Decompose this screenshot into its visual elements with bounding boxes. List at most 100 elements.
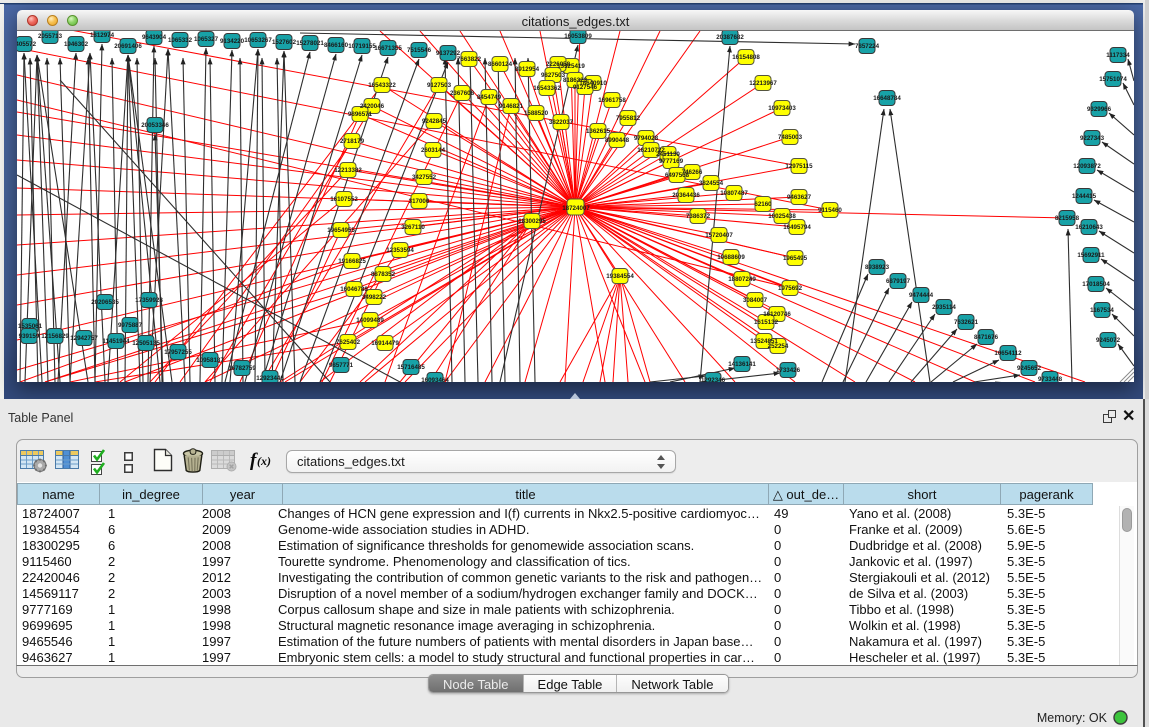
svg-text:9733448: 9733448 — [1038, 376, 1063, 382]
svg-text:2420046: 2420046 — [360, 103, 385, 110]
svg-text:17018504: 17018504 — [1082, 281, 1110, 288]
svg-text:9463627: 9463627 — [787, 194, 812, 201]
svg-text:8912954: 8912954 — [515, 66, 540, 73]
svg-text:8471676: 8471676 — [974, 334, 999, 341]
svg-text:15716485: 15716485 — [397, 364, 425, 371]
svg-text:16914479: 16914479 — [371, 340, 399, 347]
svg-text:(x): (x) — [257, 454, 271, 468]
svg-text:252254: 252254 — [768, 343, 789, 350]
svg-text:1733426: 1733426 — [776, 367, 801, 374]
svg-text:16154808: 16154808 — [732, 54, 760, 61]
svg-text:9146821: 9146821 — [499, 103, 524, 110]
svg-text:2226058: 2226058 — [546, 61, 571, 68]
svg-text:8878352: 8878352 — [371, 271, 396, 278]
svg-text:10025438: 10025438 — [768, 213, 796, 220]
svg-text:18300295: 18300295 — [518, 218, 546, 225]
svg-text:9643904: 9643904 — [142, 34, 167, 41]
svg-text:15278021: 15278021 — [296, 40, 324, 47]
svg-text:1812974: 1812974 — [90, 32, 115, 39]
svg-text:16120746: 16120746 — [763, 311, 791, 318]
svg-text:12156829: 12156829 — [41, 333, 69, 340]
svg-text:16543322: 16543322 — [368, 82, 396, 89]
svg-text:16782759: 16782759 — [228, 365, 256, 372]
svg-text:1244415: 1244415 — [1072, 193, 1097, 200]
svg-text:19654955: 19654955 — [327, 227, 355, 234]
svg-text:10958187: 10958187 — [196, 357, 224, 364]
svg-text:1117334: 1117334 — [1106, 52, 1130, 59]
svg-text:20691406: 20691406 — [114, 43, 142, 50]
svg-text:16671355: 16671355 — [374, 45, 402, 52]
svg-text:7857224: 7857224 — [855, 43, 880, 50]
svg-text:9794028: 9794028 — [634, 135, 659, 142]
svg-text:19384554: 19384554 — [606, 273, 634, 280]
svg-text:9115460: 9115460 — [818, 207, 842, 214]
svg-text:317006: 317006 — [409, 198, 430, 205]
svg-text:7386372: 7386372 — [686, 213, 711, 220]
svg-text:14136141: 14136141 — [728, 361, 756, 368]
svg-text:1527602: 1527602 — [272, 39, 297, 46]
svg-text:10653267: 10653267 — [244, 37, 272, 44]
svg-text:15692911: 15692911 — [1077, 252, 1105, 259]
svg-text:1167534: 1167534 — [1090, 307, 1114, 314]
svg-text:9827503: 9827503 — [541, 72, 566, 79]
svg-text:2367608: 2367608 — [450, 90, 475, 97]
svg-text:7632621: 7632621 — [954, 319, 979, 326]
svg-text:20206535: 20206535 — [91, 299, 119, 306]
svg-text:14099489: 14099489 — [356, 317, 384, 324]
svg-text:8660124: 8660124 — [488, 61, 513, 68]
svg-text:1292346: 1292346 — [701, 377, 726, 382]
svg-text:2451130: 2451130 — [656, 151, 680, 158]
svg-text:10973403: 10973403 — [768, 105, 796, 112]
svg-text:12942757: 12942757 — [70, 335, 98, 342]
svg-text:7515546: 7515546 — [407, 47, 432, 54]
svg-text:12975115: 12975115 — [785, 163, 813, 170]
svg-text:10654112: 10654112 — [994, 350, 1022, 357]
svg-text:18724007: 18724007 — [562, 205, 590, 212]
svg-text:1946302: 1946302 — [64, 41, 89, 48]
svg-text:1362615: 1362615 — [586, 128, 611, 135]
svg-text:9329966: 9329966 — [1087, 106, 1112, 113]
svg-text:19166825: 19166825 — [338, 258, 366, 265]
svg-text:9245072: 9245072 — [1096, 337, 1121, 344]
svg-text:6497568: 6497568 — [665, 172, 690, 179]
svg-text:3498222: 3498222 — [362, 294, 387, 301]
svg-text:16046788: 16046788 — [340, 286, 368, 293]
svg-text:1615132: 1615132 — [754, 319, 779, 326]
svg-text:12213382: 12213382 — [334, 167, 362, 174]
svg-text:8466160: 8466160 — [324, 42, 349, 49]
svg-text:2718179: 2718179 — [340, 138, 365, 145]
svg-text:12923446: 12923446 — [256, 375, 284, 382]
svg-text:16543362: 16543362 — [533, 85, 561, 92]
svg-text:8454749: 8454749 — [477, 94, 502, 101]
svg-text:12093872: 12093872 — [1073, 163, 1101, 170]
svg-text:3084007: 3084007 — [743, 297, 768, 304]
svg-text:2055713: 2055713 — [38, 33, 63, 40]
svg-text:20387682: 20387682 — [716, 34, 744, 41]
svg-text:62160: 62160 — [754, 201, 772, 208]
svg-text:10688609: 10688609 — [717, 254, 745, 261]
svg-text:9896571: 9896571 — [348, 111, 373, 118]
svg-text:16961758: 16961758 — [598, 97, 626, 104]
svg-text:7955812: 7955812 — [616, 115, 641, 122]
svg-text:20053346: 20053346 — [141, 122, 169, 129]
svg-text:9857771: 9857771 — [329, 362, 354, 369]
svg-text:15751074: 15751074 — [1099, 76, 1127, 83]
svg-text:9474444: 9474444 — [909, 292, 934, 299]
svg-text:16107552: 16107552 — [330, 196, 358, 203]
svg-text:17359928: 17359928 — [135, 297, 163, 304]
svg-text:9242845: 9242845 — [422, 118, 447, 125]
svg-text:9245652: 9245652 — [1017, 365, 1042, 372]
svg-text:8186323: 8186323 — [563, 77, 588, 84]
svg-text:20364436: 20364436 — [672, 192, 700, 199]
svg-text:7485003: 7485003 — [778, 134, 803, 141]
svg-text:17957255: 17957255 — [164, 349, 192, 356]
svg-text:10719155: 10719155 — [348, 43, 376, 50]
svg-text:1535061: 1535061 — [18, 323, 43, 330]
svg-text:2935114: 2935114 — [932, 304, 956, 311]
svg-text:6879197: 6879197 — [886, 278, 911, 285]
svg-text:9777169: 9777169 — [659, 158, 684, 165]
svg-text:12505135: 12505135 — [132, 340, 160, 347]
svg-text:8938923: 8938923 — [865, 264, 890, 271]
svg-text:939159: 939159 — [19, 333, 40, 340]
svg-text:8990448: 8990448 — [605, 137, 630, 144]
